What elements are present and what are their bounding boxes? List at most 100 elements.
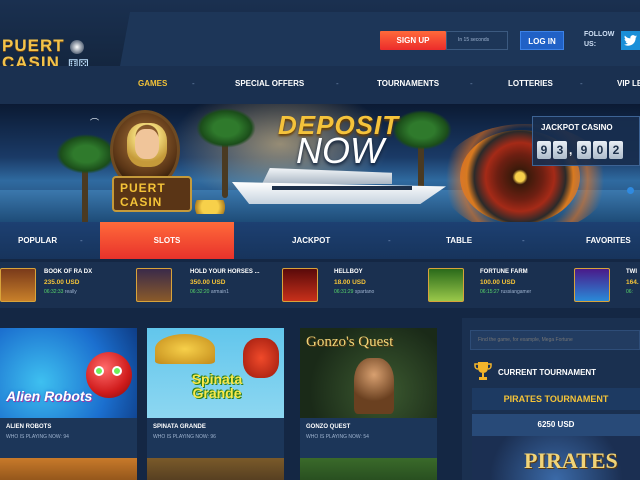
game-card-spinata-grande[interactable]: Spinata Grande SPINATA GRANDE WHO IS PLA… bbox=[147, 328, 284, 468]
tournament-prize: 6250 USD bbox=[472, 414, 640, 436]
game-card[interactable] bbox=[300, 458, 437, 480]
nav-special-offers[interactable]: SPECIAL OFFERS bbox=[235, 79, 304, 88]
banner-headline-now: NOW bbox=[296, 130, 384, 171]
login-button[interactable]: LOG IN bbox=[520, 31, 564, 50]
nav-separator: - bbox=[580, 79, 583, 88]
tab-favorites[interactable]: FAVORITES bbox=[586, 222, 631, 259]
tab-separator: - bbox=[522, 236, 525, 245]
seagull-icon: ⌒ bbox=[90, 118, 100, 128]
winner-time: 06:32:33 bbox=[44, 289, 64, 295]
game-art-title: Gonzo's Quest bbox=[306, 334, 394, 350]
game-card[interactable] bbox=[0, 458, 137, 480]
winner-amount: 100.00 USD bbox=[480, 279, 516, 286]
tab-popular[interactable]: POPULAR bbox=[18, 222, 57, 259]
winner-game-name: FORTUNE FARM bbox=[480, 269, 528, 275]
game-thumbnail[interactable]: Gonzo's Quest bbox=[300, 328, 437, 418]
banner-logo: PUERT CASIN bbox=[112, 176, 192, 212]
game-title[interactable]: ALIEN ROBOTS bbox=[6, 424, 51, 430]
winner-user: spartano bbox=[354, 289, 375, 295]
game-search-input[interactable] bbox=[470, 330, 640, 350]
tab-slots[interactable]: SLOTS bbox=[100, 222, 234, 259]
main-nav: GAMES - SPECIAL OFFERS - TOURNAMENTS - L… bbox=[0, 66, 640, 104]
winner-time: 06:31:29 bbox=[334, 289, 354, 295]
trophy-icon bbox=[474, 362, 492, 380]
tab-separator: - bbox=[80, 236, 83, 245]
winner-item[interactable]: HELLBOY 18.00 USD 06:31:29 spartano bbox=[282, 266, 418, 304]
game-thumbnail[interactable]: Alien Robots bbox=[0, 328, 137, 418]
banner-logo-text-bottom: CASIN bbox=[120, 195, 163, 209]
game-art-title: Alien Robots bbox=[6, 388, 93, 404]
tournament-name[interactable]: PIRATES TOURNAMENT bbox=[472, 388, 640, 410]
nav-separator: - bbox=[192, 79, 195, 88]
winner-game-thumbnail bbox=[428, 268, 464, 302]
winner-game-name: TWI bbox=[626, 269, 637, 275]
game-card-alien-robots[interactable]: Alien Robots ALIEN ROBOTS WHO IS PLAYING… bbox=[0, 328, 137, 468]
winner-user: armain1 bbox=[210, 289, 229, 295]
palm-tree-icon bbox=[56, 134, 116, 222]
banner-slider-dot[interactable] bbox=[627, 187, 634, 194]
nav-vip[interactable]: VIP LE bbox=[617, 79, 640, 88]
game-thumbnail[interactable]: Spinata Grande bbox=[147, 328, 284, 418]
game-players-count: WHO IS PLAYING NOW: 94 bbox=[6, 434, 69, 440]
winner-time: 06:15:27 bbox=[480, 289, 500, 295]
tab-separator: - bbox=[388, 236, 391, 245]
sombrero-image bbox=[155, 334, 215, 364]
winner-item[interactable]: FORTUNE FARM 100.00 USD 06:15:27 russian… bbox=[428, 266, 564, 304]
game-category-tabs: POPULAR - SLOTS JACKPOT - TABLE - FAVORI… bbox=[0, 222, 640, 259]
game-card[interactable] bbox=[147, 458, 284, 480]
winner-game-name: HELLBOY bbox=[334, 269, 363, 275]
winner-game-thumbnail bbox=[0, 268, 36, 302]
winner-amount: 18.00 USD bbox=[334, 279, 366, 286]
winner-meta: 06:15:27 russiangamer bbox=[480, 289, 531, 295]
winner-amount: 235.00 USD bbox=[44, 279, 80, 286]
jackpot-title: JACKPOT CASINO bbox=[541, 123, 613, 132]
logo-sparkle-icon bbox=[70, 40, 84, 54]
winner-meta: 06:32:20 armain1 bbox=[190, 289, 229, 295]
tab-table[interactable]: TABLE bbox=[446, 222, 472, 259]
explorer-image bbox=[354, 358, 394, 414]
jackpot-digit: 3 bbox=[553, 141, 567, 159]
game-card-gonzo-quest[interactable]: Gonzo's Quest GONZO QUEST WHO IS PLAYING… bbox=[300, 328, 437, 468]
tab-jackpot[interactable]: JACKPOT bbox=[292, 222, 330, 259]
game-art-title: Spinata Grande bbox=[191, 371, 243, 401]
game-players-count: WHO IS PLAYING NOW: 54 bbox=[306, 434, 369, 440]
jackpot-separator: , bbox=[569, 143, 573, 157]
winner-user: russiangamer bbox=[500, 289, 532, 295]
nav-games[interactable]: GAMES bbox=[138, 79, 167, 88]
jackpot-digit: 2 bbox=[609, 141, 623, 159]
game-grid: Alien Robots ALIEN ROBOTS WHO IS PLAYING… bbox=[0, 308, 462, 480]
recent-winners-strip: BOOK OF RA DX 235.00 USD 06:32:33 really… bbox=[0, 262, 640, 308]
jackpot-digit: 0 bbox=[593, 141, 607, 159]
winner-item[interactable]: BOOK OF RA DX 235.00 USD 06:32:33 really bbox=[0, 266, 126, 304]
twitter-icon[interactable] bbox=[621, 31, 640, 50]
tournament-art-title: PIRATES bbox=[524, 448, 618, 473]
nav-tournaments[interactable]: TOURNAMENTS bbox=[377, 79, 439, 88]
nav-separator: - bbox=[336, 79, 339, 88]
winner-item[interactable]: TWI 164. 06: bbox=[574, 266, 640, 304]
game-players-count: WHO IS PLAYING NOW: 96 bbox=[153, 434, 216, 440]
nav-lotteries[interactable]: LOTTERIES bbox=[508, 79, 553, 88]
nav-separator: - bbox=[470, 79, 473, 88]
winner-meta: 06: bbox=[626, 289, 633, 295]
winner-amount: 164. bbox=[626, 279, 639, 286]
winner-game-name: HOLD YOUR HORSES ... bbox=[190, 269, 260, 275]
jackpot-counter: JACKPOT CASINO 9 3 , 9 0 2 bbox=[532, 116, 640, 166]
winner-meta: 06:32:33 really bbox=[44, 289, 77, 295]
winner-game-thumbnail bbox=[136, 268, 172, 302]
robot-image bbox=[86, 352, 132, 398]
winner-amount: 350.00 USD bbox=[190, 279, 226, 286]
jackpot-digit: 9 bbox=[577, 141, 591, 159]
winner-game-thumbnail bbox=[282, 268, 318, 302]
winner-meta: 06:31:29 spartano bbox=[334, 289, 374, 295]
current-tournament-label: CURRENT TOURNAMENT bbox=[498, 368, 597, 377]
follow-us-label: FOLLOW US: bbox=[584, 31, 615, 48]
tournament-banner-image[interactable]: PIRATES bbox=[472, 436, 640, 480]
jackpot-digit: 9 bbox=[537, 141, 551, 159]
winner-game-name: BOOK OF RA DX bbox=[44, 269, 93, 275]
game-title[interactable]: GONZO QUEST bbox=[306, 424, 350, 430]
signup-button[interactable]: SIGN UP bbox=[380, 31, 446, 50]
winner-item[interactable]: HOLD YOUR HORSES ... 350.00 USD 06:32:20… bbox=[136, 266, 272, 304]
winner-time: 06: bbox=[626, 289, 633, 295]
winner-user: really bbox=[64, 289, 77, 295]
game-title[interactable]: SPINATA GRANDE bbox=[153, 424, 206, 430]
